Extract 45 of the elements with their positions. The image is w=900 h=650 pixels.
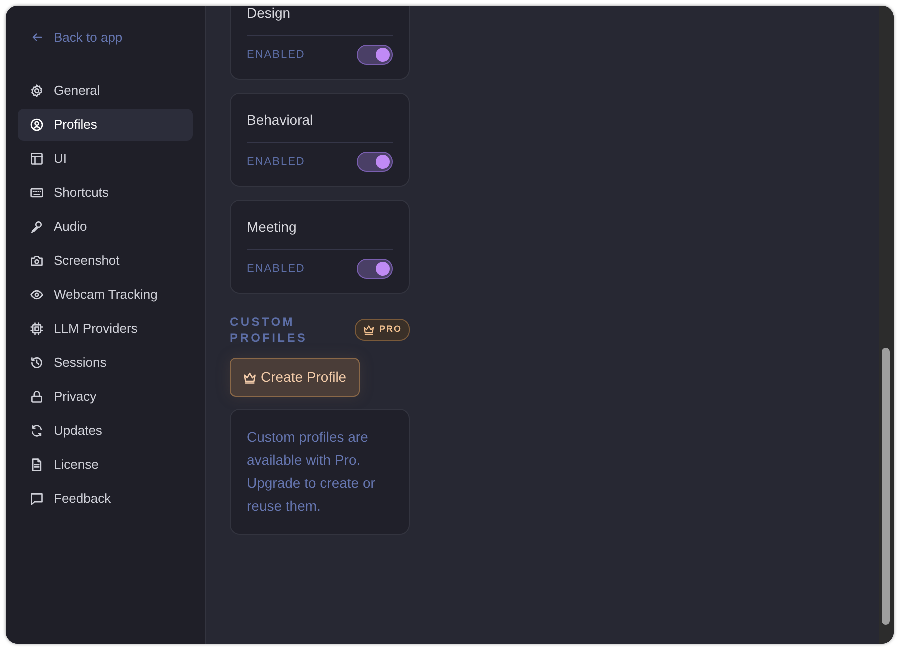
back-arrow-icon: [31, 31, 44, 44]
sidebar-item[interactable]: Sessions: [18, 346, 193, 378]
lock-icon: [30, 390, 44, 404]
toggle-switch[interactable]: [357, 152, 393, 172]
back-link[interactable]: Back to app: [18, 28, 193, 48]
history-icon: [30, 356, 44, 370]
layout-icon: [30, 152, 44, 166]
document-icon: [30, 458, 44, 472]
profile-name: Behavioral: [247, 109, 393, 143]
refresh-icon: [30, 424, 44, 438]
user-circle-icon: [30, 118, 44, 132]
toggle-switch[interactable]: [357, 259, 393, 279]
sidebar-item[interactable]: Screenshot: [18, 244, 193, 276]
pro-badge: PRO: [355, 319, 410, 341]
sidebar-item[interactable]: Profiles: [18, 108, 193, 140]
create-profile-button[interactable]: Create Profile: [230, 358, 360, 397]
gear-icon: [30, 84, 44, 98]
sidebar-item[interactable]: LLM Providers: [18, 312, 193, 344]
status-label: ENABLED: [247, 48, 306, 63]
chip-icon: [30, 322, 44, 336]
eye-icon: [30, 288, 44, 302]
status-label: ENABLED: [247, 154, 306, 170]
sidebar-item[interactable]: Privacy: [18, 380, 193, 412]
crown-icon: [363, 324, 376, 336]
section-heading: CUSTOM PROFILES: [230, 314, 309, 346]
crown-icon: [243, 370, 257, 384]
camera-icon: [30, 254, 44, 268]
keyboard-icon: [30, 186, 44, 200]
sidebar-item[interactable]: Webcam Tracking: [18, 278, 193, 310]
upgrade-message: Custom profiles are available with Pro. Upgrade to create or reuse them.: [230, 409, 410, 535]
profile-name: Design: [247, 6, 393, 36]
profile-name: Meeting: [247, 216, 393, 250]
microphone-icon: [30, 220, 44, 234]
sidebar-item[interactable]: General: [18, 74, 193, 106]
status-label: ENABLED: [247, 262, 306, 277]
scrollbar[interactable]: [879, 6, 894, 644]
sidebar-item[interactable]: Updates: [18, 414, 193, 446]
toggle-switch[interactable]: [357, 45, 393, 65]
sidebar-item[interactable]: Feedback: [18, 482, 193, 514]
sidebar-item[interactable]: Shortcuts: [18, 176, 193, 208]
scrollbar-thumb[interactable]: [882, 348, 890, 625]
sidebar-item[interactable]: License: [18, 448, 193, 480]
sidebar-item[interactable]: Audio: [18, 210, 193, 242]
chat-icon: [30, 492, 44, 506]
sidebar-item[interactable]: UI: [18, 142, 193, 174]
